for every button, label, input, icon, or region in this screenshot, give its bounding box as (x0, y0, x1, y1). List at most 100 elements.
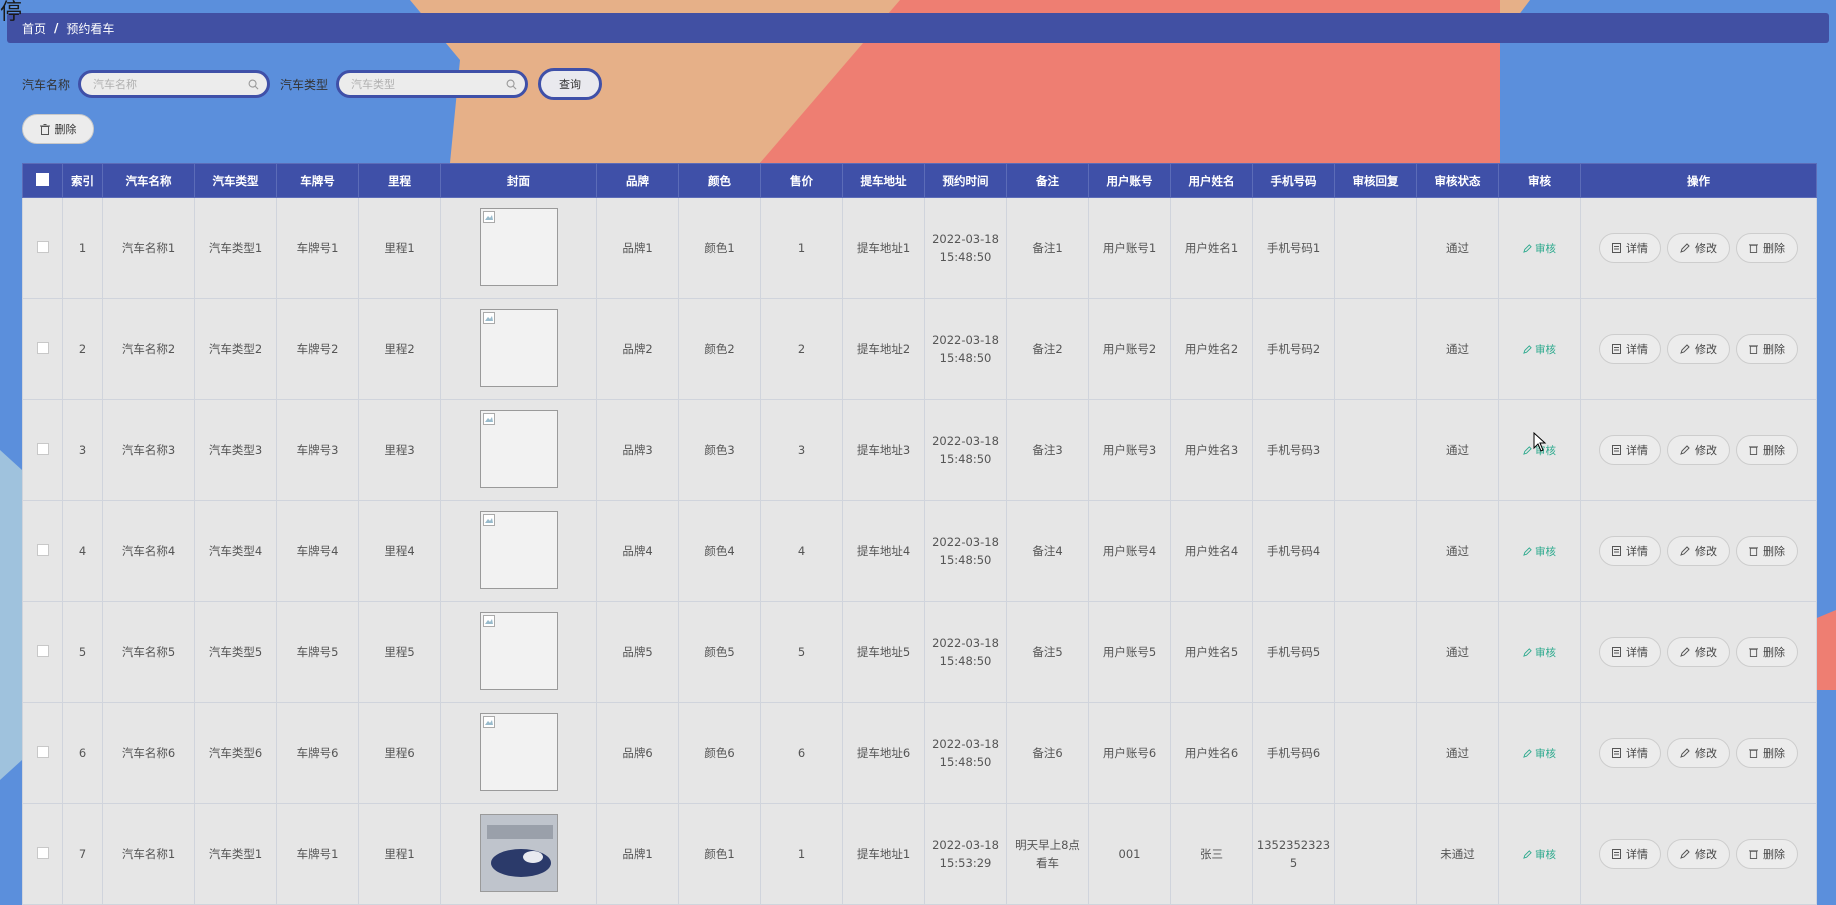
car-name-cell: 汽车名称5 (102, 601, 195, 703)
color-cell: 颜色1 (678, 803, 761, 905)
row-checkbox[interactable] (36, 644, 49, 657)
cover-cell (440, 601, 597, 703)
detail-label: 详情 (1626, 747, 1648, 760)
row-checkbox[interactable] (36, 745, 49, 758)
column-header-note: 备注 (1006, 163, 1089, 198)
delete-button[interactable]: 删除 (1736, 536, 1798, 566)
mouse-cursor-icon (1533, 432, 1547, 452)
delete-button[interactable]: 删除 (1736, 334, 1798, 364)
audit-link[interactable]: 审核 (1523, 544, 1556, 559)
car-type-input[interactable] (349, 76, 507, 92)
detail-button[interactable]: 详情 (1599, 738, 1661, 768)
edit-icon (1523, 344, 1532, 354)
select-all-checkbox[interactable] (36, 172, 49, 186)
cover-cell (440, 197, 597, 299)
user-account-cell: 用户账号1 (1088, 197, 1171, 299)
document-icon (1612, 849, 1621, 859)
phone-line-1: 手机号码5 (1266, 645, 1321, 659)
car-name-input[interactable] (91, 76, 249, 92)
detail-button[interactable]: 详情 (1599, 839, 1661, 869)
audit-link-label: 审核 (1535, 747, 1556, 760)
cover-cell (440, 702, 597, 804)
batch-delete-button[interactable]: 删除 (22, 114, 94, 144)
audit-link[interactable]: 审核 (1523, 746, 1556, 761)
plate-cell: 车牌号2 (276, 298, 359, 400)
document-icon (1612, 546, 1621, 556)
table-row: 3 汽车名称3 汽车类型3 车牌号3 里程3 品牌3 颜色3 3 提车地址3 2022-03-18… (22, 399, 1817, 501)
note-cell: 备注4 (1006, 500, 1089, 602)
cover-cell (440, 500, 597, 602)
document-icon (1612, 243, 1621, 253)
audit-reply-cell (1334, 702, 1417, 804)
row-checkbox[interactable] (36, 543, 49, 556)
audit-link[interactable]: 审核 (1523, 847, 1556, 862)
note-line-1: 备注4 (1032, 544, 1063, 558)
note-cell: 备注6 (1006, 702, 1089, 804)
delete-button[interactable]: 删除 (1736, 637, 1798, 667)
breadcrumb-separator: / (54, 21, 59, 35)
appointment-clock: 15:48:50 (939, 452, 992, 466)
color-cell: 颜色3 (678, 399, 761, 501)
appointment-date: 2022-03-18 (932, 838, 999, 852)
car-type-cell: 汽车类型1 (194, 803, 277, 905)
delete-button[interactable]: 删除 (1736, 233, 1798, 263)
column-header-audit: 审核 (1498, 163, 1581, 198)
edit-button[interactable]: 修改 (1667, 536, 1730, 566)
delete-button[interactable]: 删除 (1736, 435, 1798, 465)
note-line-1: 备注1 (1032, 241, 1063, 255)
car-name-cell: 汽车名称1 (102, 803, 195, 905)
car-name-search-box[interactable] (78, 70, 271, 98)
row-checkbox[interactable] (36, 442, 49, 455)
edit-icon (1680, 849, 1690, 859)
broken-image-icon (482, 614, 495, 627)
detail-button[interactable]: 详情 (1599, 637, 1661, 667)
delete-label: 删除 (1763, 242, 1785, 255)
cover-image (479, 813, 558, 892)
column-header-cover: 封面 (440, 163, 597, 198)
car-name-cell: 汽车名称4 (102, 500, 195, 602)
row-checkbox[interactable] (36, 341, 49, 354)
edit-button[interactable]: 修改 (1667, 435, 1730, 465)
audit-status-cell: 通过 (1416, 601, 1499, 703)
query-button[interactable]: 查询 (538, 68, 603, 100)
trash-icon (1749, 648, 1758, 657)
car-type-search-box[interactable] (336, 70, 529, 98)
detail-button[interactable]: 详情 (1599, 536, 1661, 566)
edit-label: 修改 (1695, 848, 1717, 861)
brand-cell: 品牌6 (596, 702, 679, 804)
mileage-cell: 里程1 (358, 803, 441, 905)
index-cell: 4 (62, 500, 103, 602)
brand-cell: 品牌5 (596, 601, 679, 703)
audit-link[interactable]: 审核 (1523, 241, 1556, 256)
audit-reply-cell (1334, 500, 1417, 602)
plate-cell: 车牌号5 (276, 601, 359, 703)
edit-button[interactable]: 修改 (1667, 839, 1730, 869)
detail-button[interactable]: 详情 (1599, 233, 1661, 263)
edit-button[interactable]: 修改 (1667, 637, 1730, 667)
appointment-date: 2022-03-18 (932, 434, 999, 448)
appointment-clock: 15:53:29 (939, 856, 992, 870)
brand-cell: 品牌2 (596, 298, 679, 400)
note-line-1: 明天早上8点 (1015, 838, 1080, 852)
detail-button[interactable]: 详情 (1599, 334, 1661, 364)
column-header-phone: 手机号码 (1252, 163, 1335, 198)
audit-link[interactable]: 审核 (1523, 342, 1556, 357)
row-checkbox[interactable] (36, 240, 49, 253)
edit-button[interactable]: 修改 (1667, 738, 1730, 768)
breadcrumb-home[interactable]: 首页 (22, 20, 46, 37)
broken-image-icon (482, 412, 495, 425)
appointment-clock: 15:48:50 (939, 553, 992, 567)
audit-link[interactable]: 审核 (1523, 645, 1556, 660)
detail-button[interactable]: 详情 (1599, 435, 1661, 465)
edit-button[interactable]: 修改 (1667, 233, 1730, 263)
search-icon (248, 79, 259, 89)
edit-button[interactable]: 修改 (1667, 334, 1730, 364)
note-line-1: 备注2 (1032, 342, 1063, 356)
row-checkbox[interactable] (36, 846, 49, 859)
brand-cell: 品牌1 (596, 197, 679, 299)
user-account-cell: 用户账号3 (1088, 399, 1171, 501)
car-type-cell: 汽车类型5 (194, 601, 277, 703)
delete-button[interactable]: 删除 (1736, 839, 1798, 869)
user-account-cell: 001 (1088, 803, 1171, 905)
delete-button[interactable]: 删除 (1736, 738, 1798, 768)
